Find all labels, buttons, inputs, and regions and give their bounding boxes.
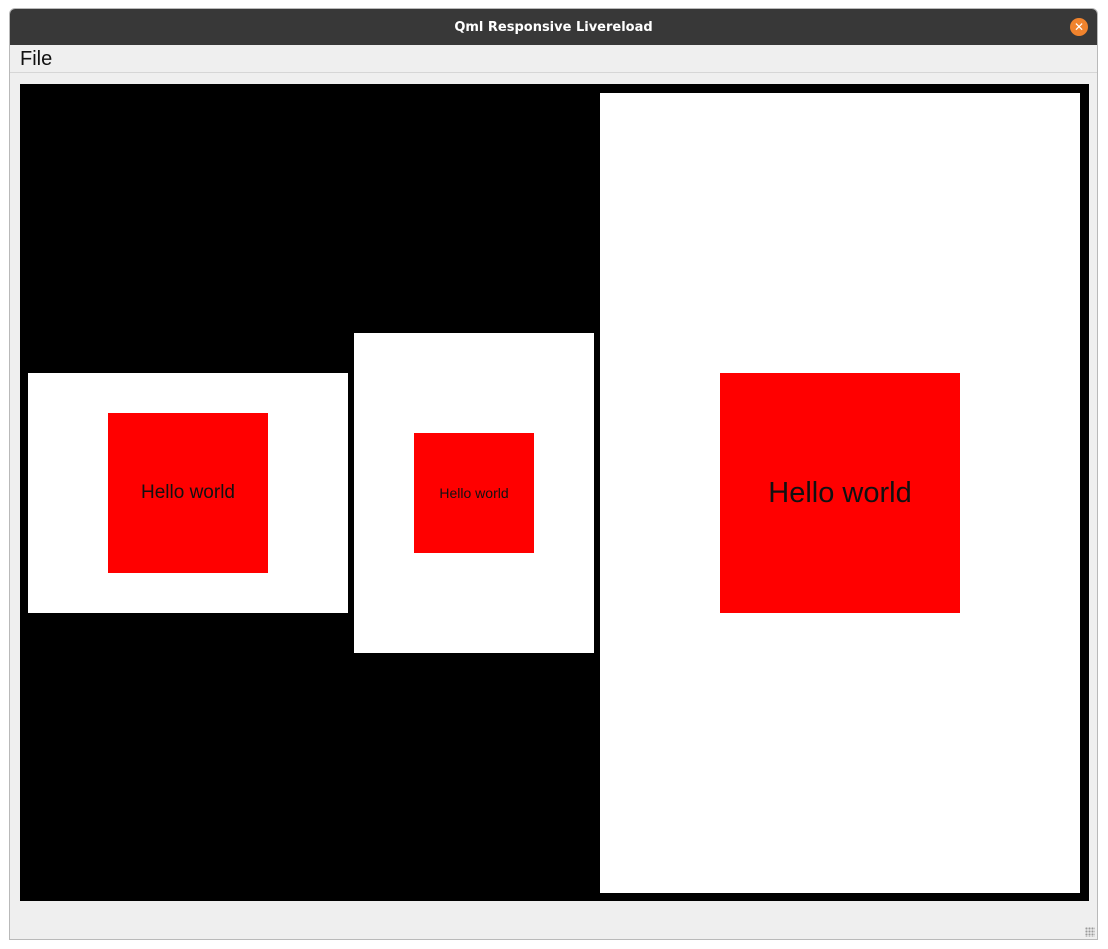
menu-file[interactable]: File — [20, 48, 52, 71]
red-box-left: Hello world — [108, 413, 268, 573]
resize-grip[interactable] — [1085, 927, 1095, 937]
qml-canvas: Hello world Hello world Hello world — [20, 84, 1089, 901]
menu-bar: File — [10, 45, 1097, 73]
window-title: Qml Responsive Livereload — [454, 19, 653, 35]
panel-right: Hello world — [600, 93, 1080, 893]
hello-label-left: Hello world — [141, 482, 235, 503]
panel-left: Hello world — [28, 373, 348, 613]
close-icon[interactable]: ✕ — [1070, 18, 1088, 36]
panel-middle: Hello world — [354, 333, 594, 653]
red-box-right: Hello world — [720, 373, 960, 613]
hello-label-middle: Hello world — [439, 485, 509, 501]
red-box-middle: Hello world — [414, 433, 534, 553]
title-bar: Qml Responsive Livereload ✕ — [10, 9, 1097, 45]
app-window: Qml Responsive Livereload ✕ File Hello w… — [9, 8, 1098, 940]
hello-label-right: Hello world — [768, 476, 912, 509]
